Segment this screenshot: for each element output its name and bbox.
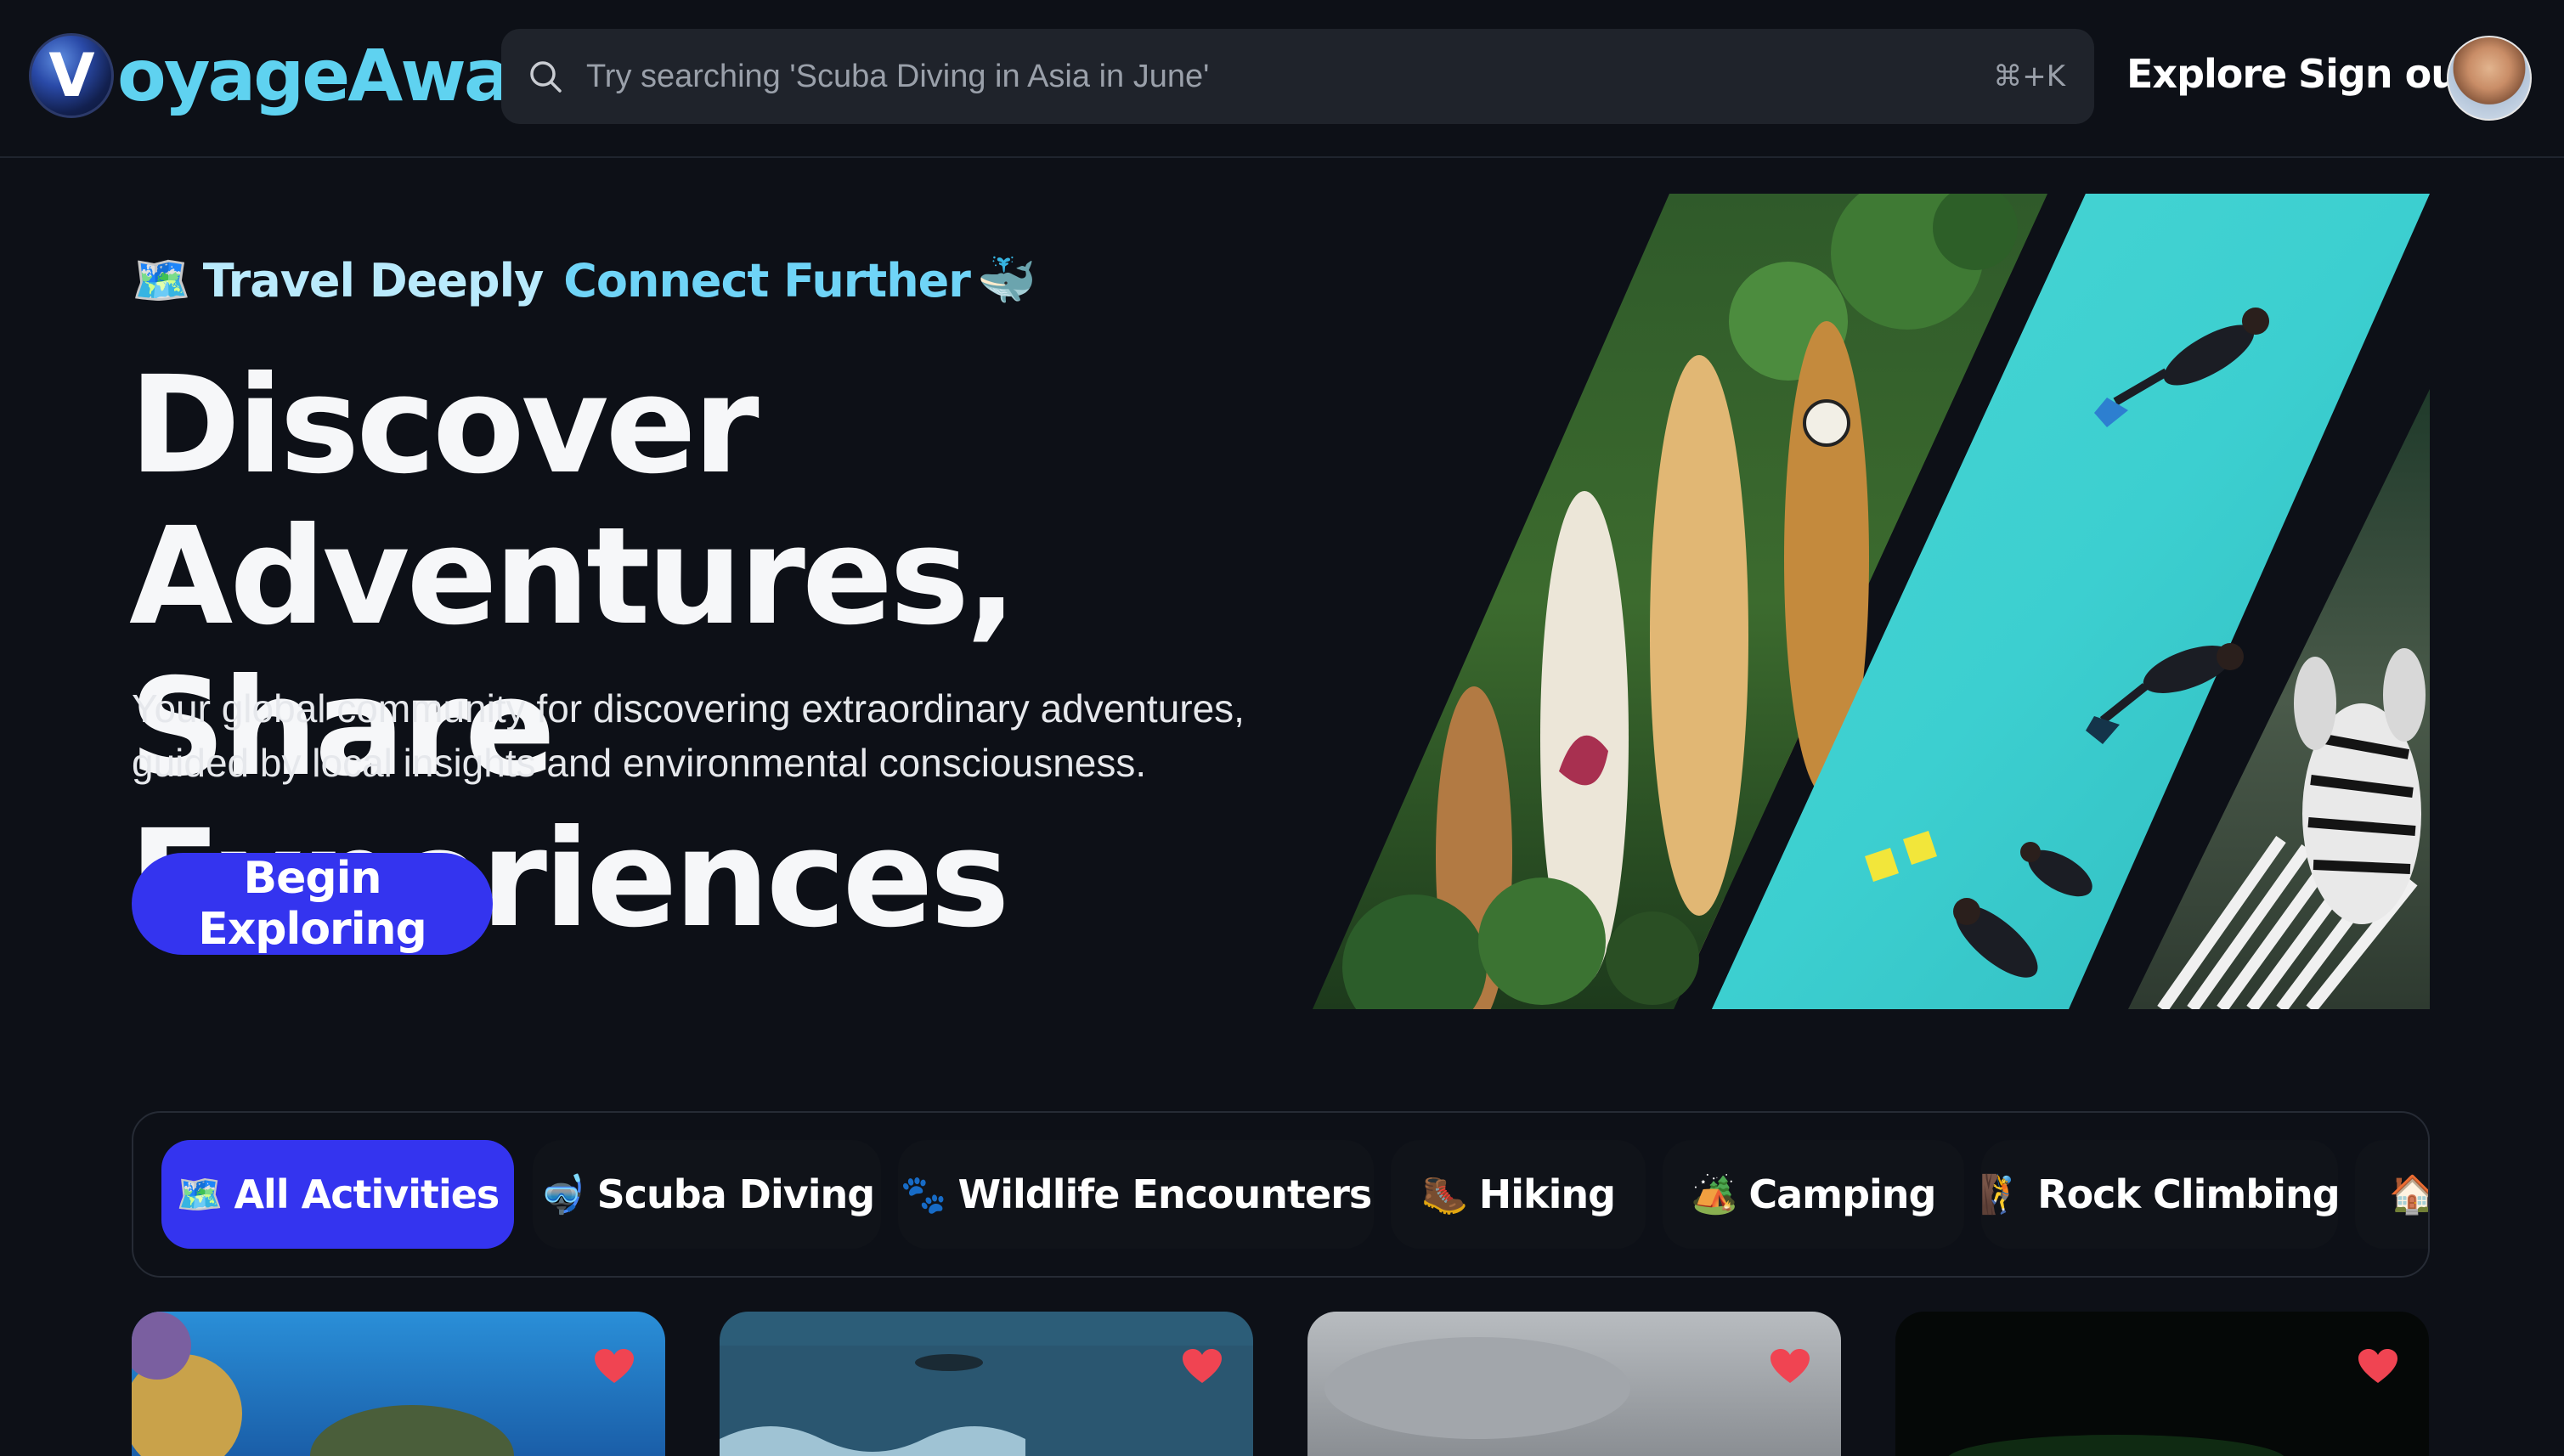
logo-globe-icon: V — [29, 33, 114, 118]
favorite-heart-icon[interactable] — [1771, 1349, 1810, 1385]
favorite-heart-icon[interactable] — [595, 1349, 634, 1385]
climber-icon: 🧗 — [1979, 1173, 2026, 1216]
category-label: Rock Climbing — [2037, 1171, 2340, 1217]
category-wildlife-encounters[interactable]: 🐾 Wildlife Encounters — [898, 1140, 1374, 1249]
activity-card[interactable] — [1895, 1312, 2429, 1456]
hero-tagline: 🗺️ Travel Deeply Connect Further 🐳 — [132, 246, 1036, 314]
activity-card[interactable] — [1307, 1312, 1841, 1456]
brand-logo[interactable]: V oyageAway — [29, 29, 554, 122]
search-icon — [530, 61, 562, 93]
hero-collage-image — [1313, 194, 2430, 1009]
search-bar[interactable]: ⌘+K — [501, 29, 2094, 124]
category-hiking[interactable]: 🥾 Hiking — [1391, 1140, 1646, 1249]
category-label: Hiking — [1478, 1171, 1616, 1217]
card-image-open-water-swimmers — [720, 1312, 1253, 1456]
category-camping[interactable]: 🏕️ Camping — [1663, 1140, 1964, 1249]
hero-subtitle-line-1: Your global community for discovering ex… — [132, 686, 1245, 731]
card-image-misty-sky — [1307, 1312, 1841, 1456]
whale-emoji-icon: 🐳 — [976, 253, 1036, 307]
diving-mask-icon: 🤿 — [539, 1173, 586, 1216]
house-icon: 🏠 — [2389, 1172, 2428, 1216]
logo-wordmark: oyageAway — [117, 34, 554, 117]
favorite-heart-icon[interactable] — [2358, 1349, 2397, 1385]
paw-prints-icon: 🐾 — [900, 1173, 947, 1216]
category-label: Scuba Diving — [596, 1171, 876, 1217]
user-avatar[interactable] — [2447, 36, 2532, 121]
card-image-sea-turtle-reef — [132, 1312, 665, 1456]
category-scuba-diving[interactable]: 🤿 Scuba Diving — [533, 1140, 881, 1249]
hiking-boot-icon: 🥾 — [1420, 1173, 1468, 1216]
category-more[interactable]: 🏠 — [2355, 1140, 2428, 1249]
category-rock-climbing[interactable]: 🧗 Rock Climbing — [1979, 1140, 2341, 1249]
activity-category-bar: 🗺️ All Activities 🤿 Scuba Diving 🐾 Wildl… — [132, 1111, 2430, 1278]
explore-link[interactable]: Explore — [2126, 51, 2287, 97]
tagline-connect-further: Connect Further — [563, 253, 971, 308]
camping-tent-icon: 🏕️ — [1691, 1173, 1738, 1216]
card-image-night-aurora — [1895, 1312, 2429, 1456]
activity-card[interactable] — [720, 1312, 1253, 1456]
hero-subtitle-line-2: guided by local insights and environment… — [132, 741, 1147, 785]
category-all-activities[interactable]: 🗺️ All Activities — [161, 1140, 514, 1249]
begin-exploring-button[interactable]: Begin Exploring — [132, 853, 493, 955]
hero-subtitle: Your global community for discovering ex… — [132, 681, 1364, 790]
category-label: Camping — [1748, 1171, 1936, 1217]
logo-initial: V — [48, 41, 94, 110]
category-label: Wildlife Encounters — [957, 1171, 1373, 1217]
keyboard-shortcut-hint: ⌘+K — [1993, 59, 2065, 93]
map-icon: 🗺️ — [176, 1173, 223, 1216]
top-navigation-bar: V oyageAway ⌘+K Explore Sign out — [0, 0, 2564, 158]
activity-card[interactable] — [132, 1312, 665, 1456]
map-emoji-icon: 🗺️ — [132, 253, 191, 307]
search-input[interactable] — [585, 57, 1994, 96]
tagline-travel-deeply: Travel Deeply — [202, 253, 545, 308]
category-label: All Activities — [234, 1171, 500, 1217]
hero-title-line-1: Discover Adventures, — [129, 347, 1017, 655]
favorite-heart-icon[interactable] — [1183, 1349, 1222, 1385]
